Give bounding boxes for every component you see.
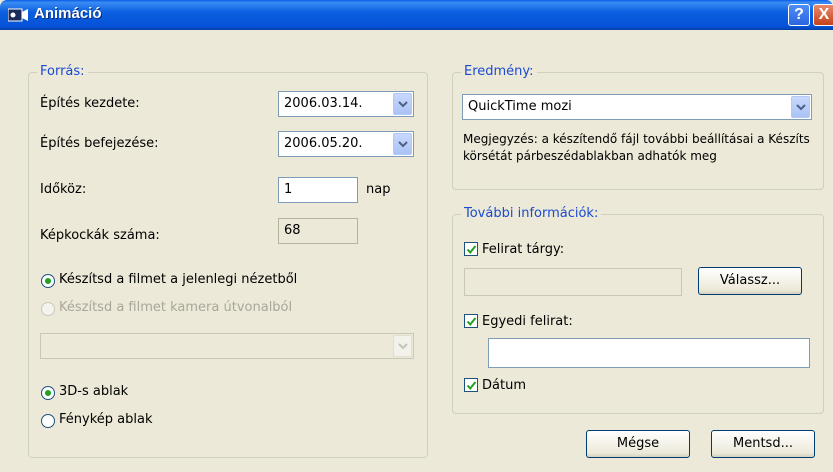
app-icon	[8, 8, 28, 22]
radio-photo-window[interactable]	[41, 414, 55, 428]
more-info-legend: További információk:	[461, 206, 602, 221]
checkmark-icon	[466, 245, 477, 255]
output-format-value: QuickTime mozi	[468, 99, 572, 114]
date-label[interactable]: Dátum	[482, 378, 526, 393]
help-icon[interactable]: ?	[788, 4, 810, 26]
caption-object-checkbox[interactable]	[464, 242, 478, 256]
checkmark-icon	[466, 317, 477, 327]
radio-camera-path	[41, 302, 55, 316]
source-legend: Forrás:	[37, 64, 88, 79]
interval-unit: nap	[366, 182, 391, 197]
start-date-label: Építés kezdete:	[40, 96, 140, 111]
start-date-select[interactable]: 2006.03.14.	[278, 91, 414, 117]
result-note: Megjegyzés: a készítendő fájl további be…	[463, 131, 823, 165]
radio-photo-window-label[interactable]: Fénykép ablak	[59, 412, 152, 427]
frames-value: 68	[278, 218, 358, 244]
result-note-line2: körsétát párbeszédablakban adhatók meg	[463, 149, 717, 163]
cancel-button[interactable]: Mégse	[586, 430, 690, 458]
chevron-down-icon[interactable]	[393, 133, 412, 155]
radio-camera-path-label: Készítsd a filmet kamera útvonalból	[59, 300, 293, 315]
close-icon[interactable]: X	[813, 4, 833, 26]
chevron-down-icon	[393, 335, 412, 357]
end-date-value: 2006.05.20.	[284, 136, 363, 151]
custom-caption-checkbox[interactable]	[464, 314, 478, 328]
title-bar[interactable]: Animáció ? X	[0, 0, 833, 30]
caption-object-field	[464, 268, 682, 296]
interval-input[interactable]: 1	[278, 177, 358, 203]
radio-current-view[interactable]	[41, 274, 55, 288]
radio-3d-window-label[interactable]: 3D-s ablak	[59, 384, 128, 399]
custom-caption-input[interactable]	[488, 338, 810, 368]
checkmark-icon	[466, 381, 477, 391]
end-date-select[interactable]: 2006.05.20.	[278, 131, 414, 157]
custom-caption-label[interactable]: Egyedi felirat:	[482, 314, 573, 329]
output-format-select[interactable]: QuickTime mozi	[462, 94, 812, 120]
radio-selected-dot	[45, 390, 51, 396]
caption-object-label[interactable]: Felirat tárgy:	[482, 242, 564, 257]
chevron-down-icon[interactable]	[791, 96, 810, 118]
radio-current-view-label[interactable]: Készítsd a filmet a jelenlegi nézetből	[59, 272, 297, 287]
radio-3d-window[interactable]	[41, 386, 55, 400]
camera-path-select	[40, 333, 414, 359]
date-checkbox[interactable]	[464, 378, 478, 392]
window-title: Animáció	[34, 5, 102, 22]
choose-button[interactable]: Válassz...	[698, 267, 802, 295]
chevron-down-icon[interactable]	[393, 93, 412, 115]
end-date-label: Építés befejezése:	[40, 136, 159, 151]
interval-label: Időköz:	[40, 182, 87, 197]
start-date-value: 2006.03.14.	[284, 96, 363, 111]
frames-label: Képkockák száma:	[40, 228, 160, 243]
save-button[interactable]: Mentsd...	[711, 430, 815, 458]
source-group: Forrás:	[28, 64, 428, 458]
radio-selected-dot	[45, 278, 51, 284]
result-note-line1: Megjegyzés: a készítendő fájl további be…	[463, 132, 810, 146]
result-legend: Eredmény:	[461, 64, 537, 79]
animation-dialog: Animáció ? X Forrás: Építés kezdete: 200…	[0, 0, 833, 472]
